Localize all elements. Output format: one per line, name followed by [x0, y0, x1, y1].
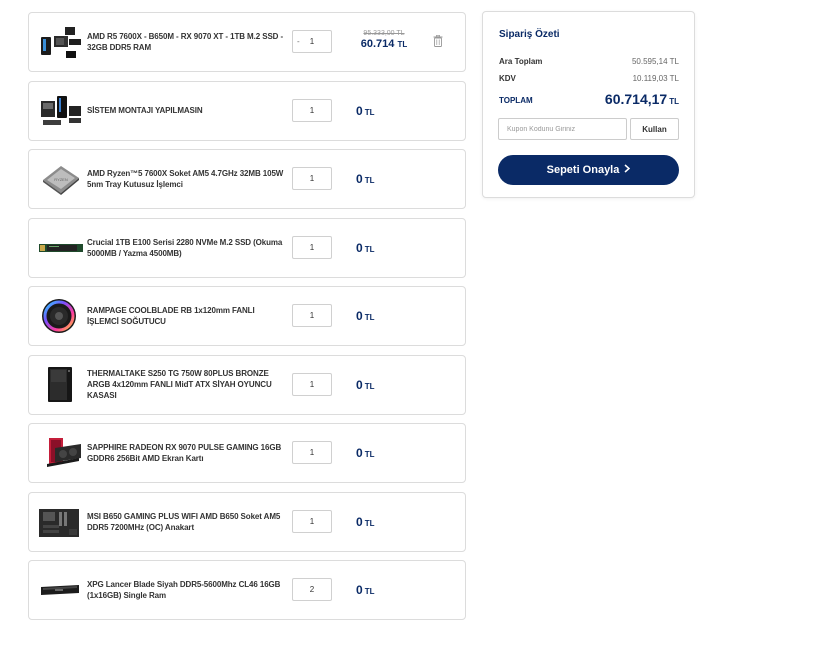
- price-currency: TL: [364, 381, 375, 391]
- item-price: 0 TL: [356, 219, 374, 277]
- motherboard-icon[interactable]: [39, 503, 83, 541]
- item-name[interactable]: RAMPAGE COOLBLADE RB 1x120mm FANLI İŞLEM…: [87, 287, 287, 345]
- summary-title: Sipariş Özeti: [499, 29, 560, 40]
- total-amount: 60.714,17: [604, 91, 668, 107]
- item-name[interactable]: SİSTEM MONTAJI YAPILMASIN: [87, 82, 287, 140]
- apply-coupon-button[interactable]: Kullan: [630, 118, 679, 140]
- subtotal-value: 50.595,14 TL: [631, 57, 679, 66]
- price-block: 95.333,00 TL 60.714 TL: [354, 30, 414, 50]
- item-price: 0 TL: [356, 356, 374, 414]
- item-price: 0 TL: [356, 561, 374, 619]
- item-price: 0 TL: [356, 424, 374, 482]
- trash-icon[interactable]: [433, 34, 443, 47]
- old-price: 95.333,00 TL: [363, 30, 405, 37]
- price-currency: TL: [397, 40, 408, 49]
- vat-value: 10.119,03 TL: [632, 74, 679, 83]
- item-price: 0 TL: [356, 82, 374, 140]
- order-summary: Sipariş Özeti Ara Toplam 50.595,14 TL KD…: [482, 11, 695, 198]
- item-name[interactable]: THERMALTAKE S250 TG 750W 80PLUS BRONZE A…: [87, 356, 287, 414]
- cart-item: THERMALTAKE S250 TG 750W 80PLUS BRONZE A…: [28, 354, 466, 415]
- confirm-cart-button[interactable]: Sepeti Onayla: [498, 155, 679, 185]
- cart-item: Crucial 1TB E100 Serisi 2280 NVMe M.2 SS…: [28, 217, 466, 278]
- case-icon[interactable]: [39, 366, 83, 404]
- item-price: 60.714 TL: [354, 38, 414, 50]
- item-name[interactable]: Crucial 1TB E100 Serisi 2280 NVMe M.2 SS…: [87, 219, 287, 277]
- price-value: 0: [356, 583, 363, 597]
- item-price: 0 TL: [356, 150, 374, 208]
- cart-item: MSI B650 GAMING PLUS WIFI AMD B650 Soket…: [28, 491, 466, 552]
- quantity-value: 1: [309, 37, 315, 46]
- price-currency: TL: [364, 450, 375, 459]
- quantity-input[interactable]: 1: [292, 98, 332, 122]
- price-currency: TL: [364, 587, 375, 596]
- price-value: 0: [356, 172, 363, 186]
- item-price: 0 TL: [356, 493, 374, 551]
- quantity-input[interactable]: - 1: [292, 30, 332, 53]
- cart-item: XPG Lancer Blade Siyah DDR5-5600Mhz CL46…: [28, 560, 466, 620]
- confirm-cart-label: Sepeti Onayla: [546, 164, 620, 176]
- cart-item: SAPPHIRE RADEON RX 9070 PULSE GAMING 16G…: [28, 423, 466, 483]
- cart-item: SİSTEM MONTAJI YAPILMASIN 1 0 TL: [28, 80, 466, 141]
- price-currency: TL: [364, 176, 375, 185]
- ssd-icon[interactable]: [39, 229, 83, 267]
- item-price: 0 TL: [356, 287, 374, 345]
- cpu-icon[interactable]: RYZEN: [39, 160, 83, 198]
- quantity-input[interactable]: 1: [292, 304, 332, 327]
- quantity-input[interactable]: 1: [292, 372, 332, 396]
- item-name[interactable]: XPG Lancer Blade Siyah DDR5-5600Mhz CL46…: [87, 561, 287, 619]
- item-name[interactable]: AMD R5 7600X - B650M - RX 9070 XT - 1TB …: [87, 13, 287, 71]
- price-value: 0: [356, 446, 363, 460]
- price-value: 0: [356, 514, 363, 529]
- quantity-decrease-button[interactable]: -: [297, 31, 300, 52]
- price-currency: TL: [364, 107, 375, 117]
- cart-item: RYZEN AMD Ryzen™5 7600X Soket AM5 4.7GHz…: [28, 149, 466, 209]
- coupon-input[interactable]: [498, 118, 627, 140]
- cart-item: RAMPAGE COOLBLADE RB 1x120mm FANLI İŞLEM…: [28, 286, 466, 346]
- price-value: 0: [356, 309, 363, 323]
- ram-icon[interactable]: [39, 571, 83, 609]
- total-currency: TL: [669, 97, 679, 106]
- quantity-input[interactable]: 1: [292, 167, 332, 190]
- price-value: 0: [356, 240, 363, 255]
- chevron-right-icon: [624, 164, 631, 176]
- price-currency: TL: [364, 518, 375, 528]
- cooler-icon[interactable]: [39, 297, 83, 335]
- pc-bundle-icon[interactable]: [39, 23, 83, 61]
- subtotal-label: Ara Toplam: [499, 57, 543, 66]
- cart-item: AMD R5 7600X - B650M - RX 9070 XT - 1TB …: [28, 12, 466, 72]
- assembly-icon[interactable]: [39, 92, 83, 130]
- gpu-icon[interactable]: [39, 434, 83, 472]
- total-label: TOPLAM: [499, 96, 533, 105]
- price-value: 0: [356, 377, 363, 392]
- item-name[interactable]: AMD Ryzen™5 7600X Soket AM5 4.7GHz 32MB …: [87, 150, 287, 208]
- svg-text:RYZEN: RYZEN: [54, 177, 68, 182]
- price-currency: TL: [364, 244, 375, 254]
- total-value: 60.714,17 TL: [605, 91, 679, 107]
- quantity-input[interactable]: 1: [292, 441, 332, 464]
- price-currency: TL: [364, 313, 375, 322]
- quantity-input[interactable]: 2: [292, 578, 332, 601]
- vat-label: KDV: [499, 74, 516, 83]
- item-name[interactable]: SAPPHIRE RADEON RX 9070 PULSE GAMING 16G…: [87, 424, 287, 482]
- price-value: 0: [356, 103, 363, 118]
- item-name[interactable]: MSI B650 GAMING PLUS WIFI AMD B650 Soket…: [87, 493, 287, 551]
- quantity-input[interactable]: 1: [292, 509, 332, 533]
- quantity-input[interactable]: 1: [292, 235, 332, 259]
- price-value: 60.714: [360, 38, 395, 50]
